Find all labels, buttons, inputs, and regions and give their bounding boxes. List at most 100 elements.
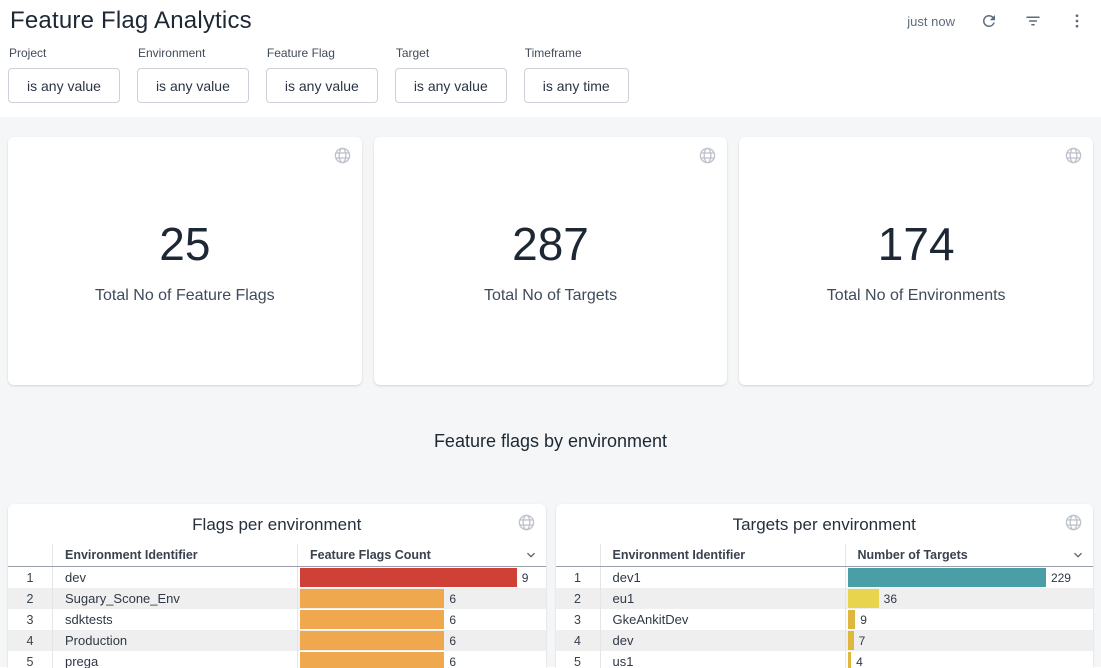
row-number: 4 bbox=[556, 630, 601, 651]
bar-cell: 4 bbox=[846, 651, 1094, 668]
table-row[interactable]: 1 dev1 229 bbox=[556, 567, 1094, 588]
filter-label: Project bbox=[9, 46, 120, 60]
bar-value: 6 bbox=[449, 655, 456, 668]
table-row[interactable]: 5 us1 4 bbox=[556, 651, 1094, 668]
refresh-icon[interactable] bbox=[979, 11, 999, 31]
tile-title: Targets per environment bbox=[556, 504, 1094, 544]
globe-icon bbox=[333, 146, 352, 165]
row-number-header bbox=[8, 544, 53, 566]
bar-value: 6 bbox=[449, 592, 456, 606]
table-row[interactable]: 5 prega 6 bbox=[8, 651, 546, 668]
chevron-down-icon[interactable] bbox=[1070, 547, 1086, 563]
filter-feature-flag-button[interactable]: is any value bbox=[266, 68, 378, 103]
top-bar-actions: just now bbox=[907, 11, 1087, 31]
environment-name: dev1 bbox=[601, 567, 846, 588]
bar-value: 36 bbox=[884, 592, 897, 606]
column-header[interactable]: Feature Flags Count bbox=[298, 544, 546, 566]
chevron-down-icon[interactable] bbox=[523, 547, 539, 563]
bar-cell: 9 bbox=[298, 567, 546, 588]
bar bbox=[300, 652, 444, 668]
bar-cell: 229 bbox=[846, 567, 1094, 588]
filter-environment: Environment is any value bbox=[137, 46, 249, 103]
bar-value: 4 bbox=[856, 655, 863, 668]
kpi-card-feature-flags: 25 Total No of Feature Flags bbox=[8, 137, 362, 385]
bar-value: 6 bbox=[449, 634, 456, 648]
row-number-header bbox=[556, 544, 601, 566]
filter-project: Project is any value bbox=[8, 46, 120, 103]
kpi-value: 174 bbox=[878, 217, 955, 271]
kpi-value: 25 bbox=[159, 217, 210, 271]
column-header-label: Number of Targets bbox=[858, 548, 968, 562]
bar-cell: 9 bbox=[846, 609, 1094, 630]
bar-cell: 6 bbox=[298, 588, 546, 609]
filter-target-button[interactable]: is any value bbox=[395, 68, 507, 103]
filter-timeframe: Timeframe is any time bbox=[524, 46, 629, 103]
kpi-value: 287 bbox=[512, 217, 589, 271]
environment-name: us1 bbox=[601, 651, 846, 668]
row-number: 2 bbox=[8, 588, 53, 609]
bar-value: 9 bbox=[860, 613, 867, 627]
filter-environment-button[interactable]: is any value bbox=[137, 68, 249, 103]
bar-value: 6 bbox=[449, 613, 456, 627]
bar-cell: 6 bbox=[298, 651, 546, 668]
tile-title: Flags per environment bbox=[8, 504, 546, 544]
globe-icon bbox=[1064, 146, 1083, 165]
filter-label: Environment bbox=[138, 46, 249, 60]
bar-cell: 7 bbox=[846, 630, 1094, 651]
globe-icon bbox=[517, 513, 536, 532]
table-row[interactable]: 1 dev 9 bbox=[8, 567, 546, 588]
page-title: Feature Flag Analytics bbox=[10, 7, 252, 35]
kpi-card-targets: 287 Total No of Targets bbox=[374, 137, 728, 385]
top-bar: Feature Flag Analytics just now bbox=[0, 0, 1101, 38]
filter-icon[interactable] bbox=[1023, 11, 1043, 31]
bar bbox=[300, 568, 517, 587]
bar-cell: 6 bbox=[298, 630, 546, 651]
bar-value: 9 bbox=[522, 571, 529, 585]
environment-name: sdktests bbox=[53, 609, 298, 630]
column-header[interactable]: Environment Identifier bbox=[53, 544, 298, 566]
table-row[interactable]: 3 sdktests 6 bbox=[8, 609, 546, 630]
bar bbox=[848, 652, 852, 668]
filter-target: Target is any value bbox=[395, 46, 507, 103]
table-row[interactable]: 4 Production 6 bbox=[8, 630, 546, 651]
bar-cell: 36 bbox=[846, 588, 1094, 609]
row-number: 3 bbox=[556, 609, 601, 630]
kpi-card-environments: 174 Total No of Environments bbox=[739, 137, 1093, 385]
table-row[interactable]: 2 eu1 36 bbox=[556, 588, 1094, 609]
table-row[interactable]: 3 GkeAnkitDev 9 bbox=[556, 609, 1094, 630]
row-number: 4 bbox=[8, 630, 53, 651]
bar bbox=[848, 610, 856, 629]
filter-label: Feature Flag bbox=[267, 46, 378, 60]
column-header[interactable]: Environment Identifier bbox=[601, 544, 846, 566]
bar-cell: 6 bbox=[298, 609, 546, 630]
bar-value: 229 bbox=[1051, 571, 1071, 585]
filter-label: Timeframe bbox=[525, 46, 629, 60]
environment-name: eu1 bbox=[601, 588, 846, 609]
column-header[interactable]: Number of Targets bbox=[846, 544, 1094, 566]
environment-name: prega bbox=[53, 651, 298, 668]
tables-row: Flags per environment Environment Identi… bbox=[8, 504, 1093, 668]
row-number: 1 bbox=[8, 567, 53, 588]
filter-project-button[interactable]: is any value bbox=[8, 68, 120, 103]
kpi-row: 25 Total No of Feature Flags 287 Total N… bbox=[8, 137, 1093, 385]
table-header: Environment Identifier Number of Targets bbox=[556, 544, 1094, 567]
filter-timeframe-button[interactable]: is any time bbox=[524, 68, 629, 103]
flags-per-environment-card: Flags per environment Environment Identi… bbox=[8, 504, 546, 668]
bar bbox=[300, 589, 444, 608]
bar bbox=[300, 610, 444, 629]
filter-bar: Project is any value Environment is any … bbox=[0, 38, 1101, 117]
environment-name: Production bbox=[53, 630, 298, 651]
table-row[interactable]: 4 dev 7 bbox=[556, 630, 1094, 651]
bar bbox=[300, 631, 444, 650]
table-row[interactable]: 2 Sugary_Scone_Env 6 bbox=[8, 588, 546, 609]
targets-per-environment-card: Targets per environment Environment Iden… bbox=[556, 504, 1094, 668]
row-number: 3 bbox=[8, 609, 53, 630]
filter-label: Target bbox=[396, 46, 507, 60]
kebab-menu-icon[interactable] bbox=[1067, 11, 1087, 31]
bar-value: 7 bbox=[859, 634, 866, 648]
column-header-label: Feature Flags Count bbox=[310, 548, 431, 562]
environment-name: dev bbox=[53, 567, 298, 588]
bar bbox=[848, 589, 879, 608]
kpi-label: Total No of Targets bbox=[484, 287, 617, 305]
globe-icon bbox=[1064, 513, 1083, 532]
